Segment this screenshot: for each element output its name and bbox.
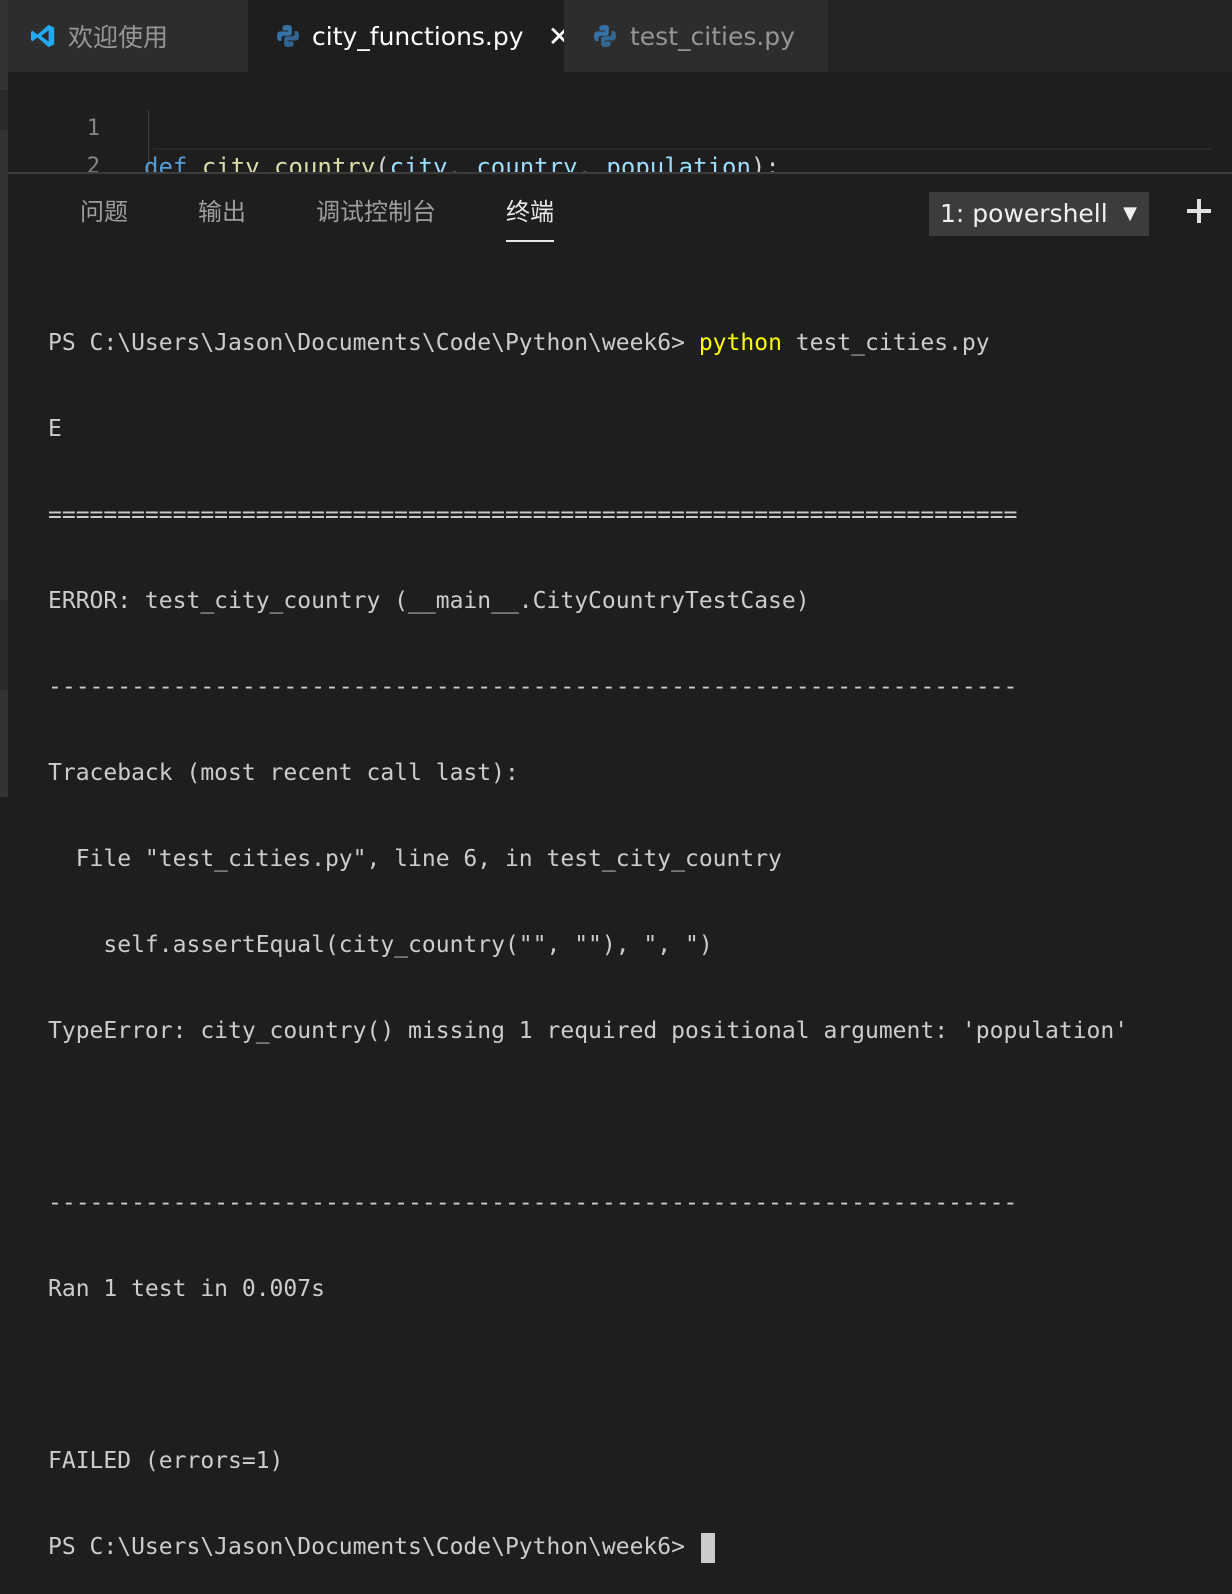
- tab-welcome[interactable]: 欢迎使用: [8, 0, 248, 72]
- terminal-line: TypeError: city_country() missing 1 requ…: [48, 1018, 1129, 1044]
- terminal-command-args: test_cities.py: [781, 330, 990, 356]
- code-line: 3: [8, 148, 1232, 172]
- terminal-line: self.assertEqual(city_country("", ""), "…: [48, 932, 713, 958]
- activity-bar-marker: [0, 90, 8, 130]
- editor-tab-bar: 欢迎使用 city_functions.py ✕ test_cities.py: [8, 0, 1232, 72]
- tab-output[interactable]: 输出: [198, 192, 246, 242]
- tab-label: test_cities.py: [630, 21, 795, 51]
- activity-bar: [0, 0, 8, 797]
- terminal-line: ----------------------------------------…: [48, 1190, 1018, 1216]
- code-line: 2 return "%s, %s - population %d" % (cit…: [8, 110, 1232, 172]
- terminal-prompt: PS C:\Users\Jason\Documents\Code\Python\…: [48, 1534, 699, 1560]
- terminal-cursor: [700, 1532, 715, 1563]
- terminal-select-value: 1: powershell: [940, 199, 1108, 228]
- panel-tabs: 问题 输出 调试控制台 终端: [80, 192, 624, 242]
- terminal-line: FAILED (errors=1): [48, 1448, 284, 1474]
- tab-debug-console[interactable]: 调试控制台: [316, 192, 436, 242]
- python-file-icon: [592, 23, 618, 49]
- tab-label: city_functions.py: [312, 21, 524, 51]
- tab-label: 欢迎使用: [68, 23, 169, 52]
- terminal-line: ERROR: test_city_country (__main__.CityC…: [48, 588, 810, 614]
- bottom-panel: 问题 输出 调试控制台 终端 1: powershell ▼ PS C:\Use…: [8, 172, 1232, 1563]
- new-terminal-button[interactable]: [1184, 196, 1214, 226]
- plus-icon: [1187, 199, 1211, 223]
- tab-test-cities[interactable]: test_cities.py: [564, 0, 828, 72]
- terminal-line: ----------------------------------------…: [48, 674, 1018, 700]
- python-file-icon: [276, 23, 300, 49]
- tab-city-functions[interactable]: city_functions.py ✕: [248, 0, 571, 72]
- terminal-select[interactable]: 1: powershell ▼: [929, 192, 1149, 236]
- terminal-prompt: PS C:\Users\Jason\Documents\Code\Python\…: [48, 330, 699, 356]
- terminal-command-line: PS C:\Users\Jason\Documents\Code\Python\…: [48, 326, 1128, 360]
- tab-terminal[interactable]: 终端: [506, 192, 554, 242]
- activity-bar-marker: [0, 600, 8, 690]
- terminal-prompt-line: PS C:\Users\Jason\Documents\Code\Python\…: [48, 1530, 1128, 1564]
- terminal-line: Traceback (most recent call last):: [48, 760, 519, 786]
- terminal-line: E: [48, 416, 62, 442]
- terminal-line: File "test_cities.py", line 6, in test_c…: [48, 846, 782, 872]
- terminal-output[interactable]: PS C:\Users\Jason\Documents\Code\Python\…: [48, 274, 1128, 1594]
- code-editor[interactable]: 1 def city_country(city, country, popula…: [8, 72, 1232, 172]
- code-line: 1 def city_country(city, country, popula…: [8, 72, 1232, 172]
- terminal-command: python: [698, 330, 782, 356]
- terminal-line: Ran 1 test in 0.007s: [48, 1276, 325, 1302]
- terminal-line: ========================================…: [48, 502, 1018, 528]
- chevron-down-icon: ▼: [1123, 203, 1137, 224]
- tab-problems[interactable]: 问题: [80, 192, 128, 242]
- vscode-logo-icon: [30, 23, 56, 49]
